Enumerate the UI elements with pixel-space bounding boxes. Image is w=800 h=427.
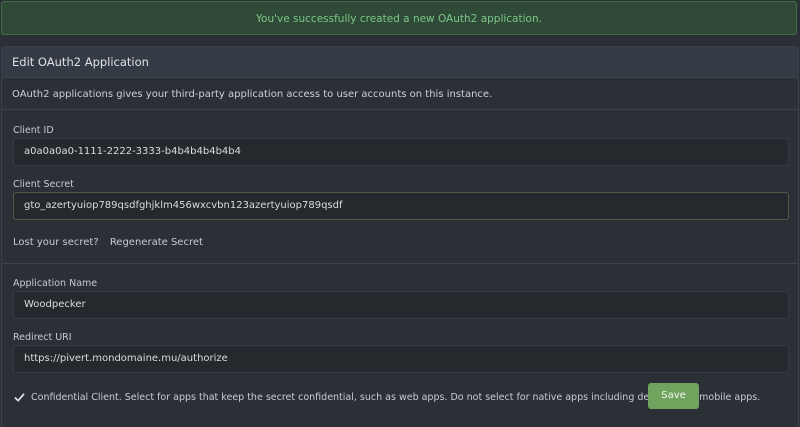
divider — [2, 263, 798, 264]
oauth2-app-page: You've successfully created a new OAuth2… — [0, 0, 800, 427]
client-id-label: Client ID — [13, 125, 54, 136]
redirect-uri-field[interactable]: https://pivert.mondomaine.mu/authorize — [13, 345, 789, 373]
application-name-label: Application Name — [13, 278, 98, 289]
success-flash-message: You've successfully created a new OAuth2… — [1, 1, 797, 35]
confidential-client-checkbox[interactable] — [13, 391, 25, 403]
divider — [2, 109, 798, 110]
checkmark-icon — [14, 392, 24, 402]
lost-secret-text: Lost your secret? — [13, 237, 99, 248]
panel-intro-text: OAuth2 applications gives your third-par… — [12, 89, 493, 100]
application-name-field[interactable]: Woodpecker — [13, 291, 789, 319]
client-secret-field[interactable]: gto_azertyuiop789qsdfghjklm456wxcvbn123a… — [13, 192, 789, 220]
regenerate-secret-link[interactable]: Regenerate Secret — [110, 237, 203, 248]
redirect-uri-label: Redirect URI — [13, 332, 72, 343]
client-secret-label: Client Secret — [13, 179, 74, 190]
edit-oauth2-panel: Edit OAuth2 Application OAuth2 applicati… — [1, 46, 799, 427]
client-id-field[interactable]: a0a0a0a0-1111-2222-3333-b4b4b4b4b4b4 — [13, 138, 789, 166]
secret-help: Lost your secret? Regenerate Secret — [13, 237, 203, 248]
save-button[interactable]: Save — [648, 383, 699, 409]
panel-title: Edit OAuth2 Application — [2, 47, 798, 78]
